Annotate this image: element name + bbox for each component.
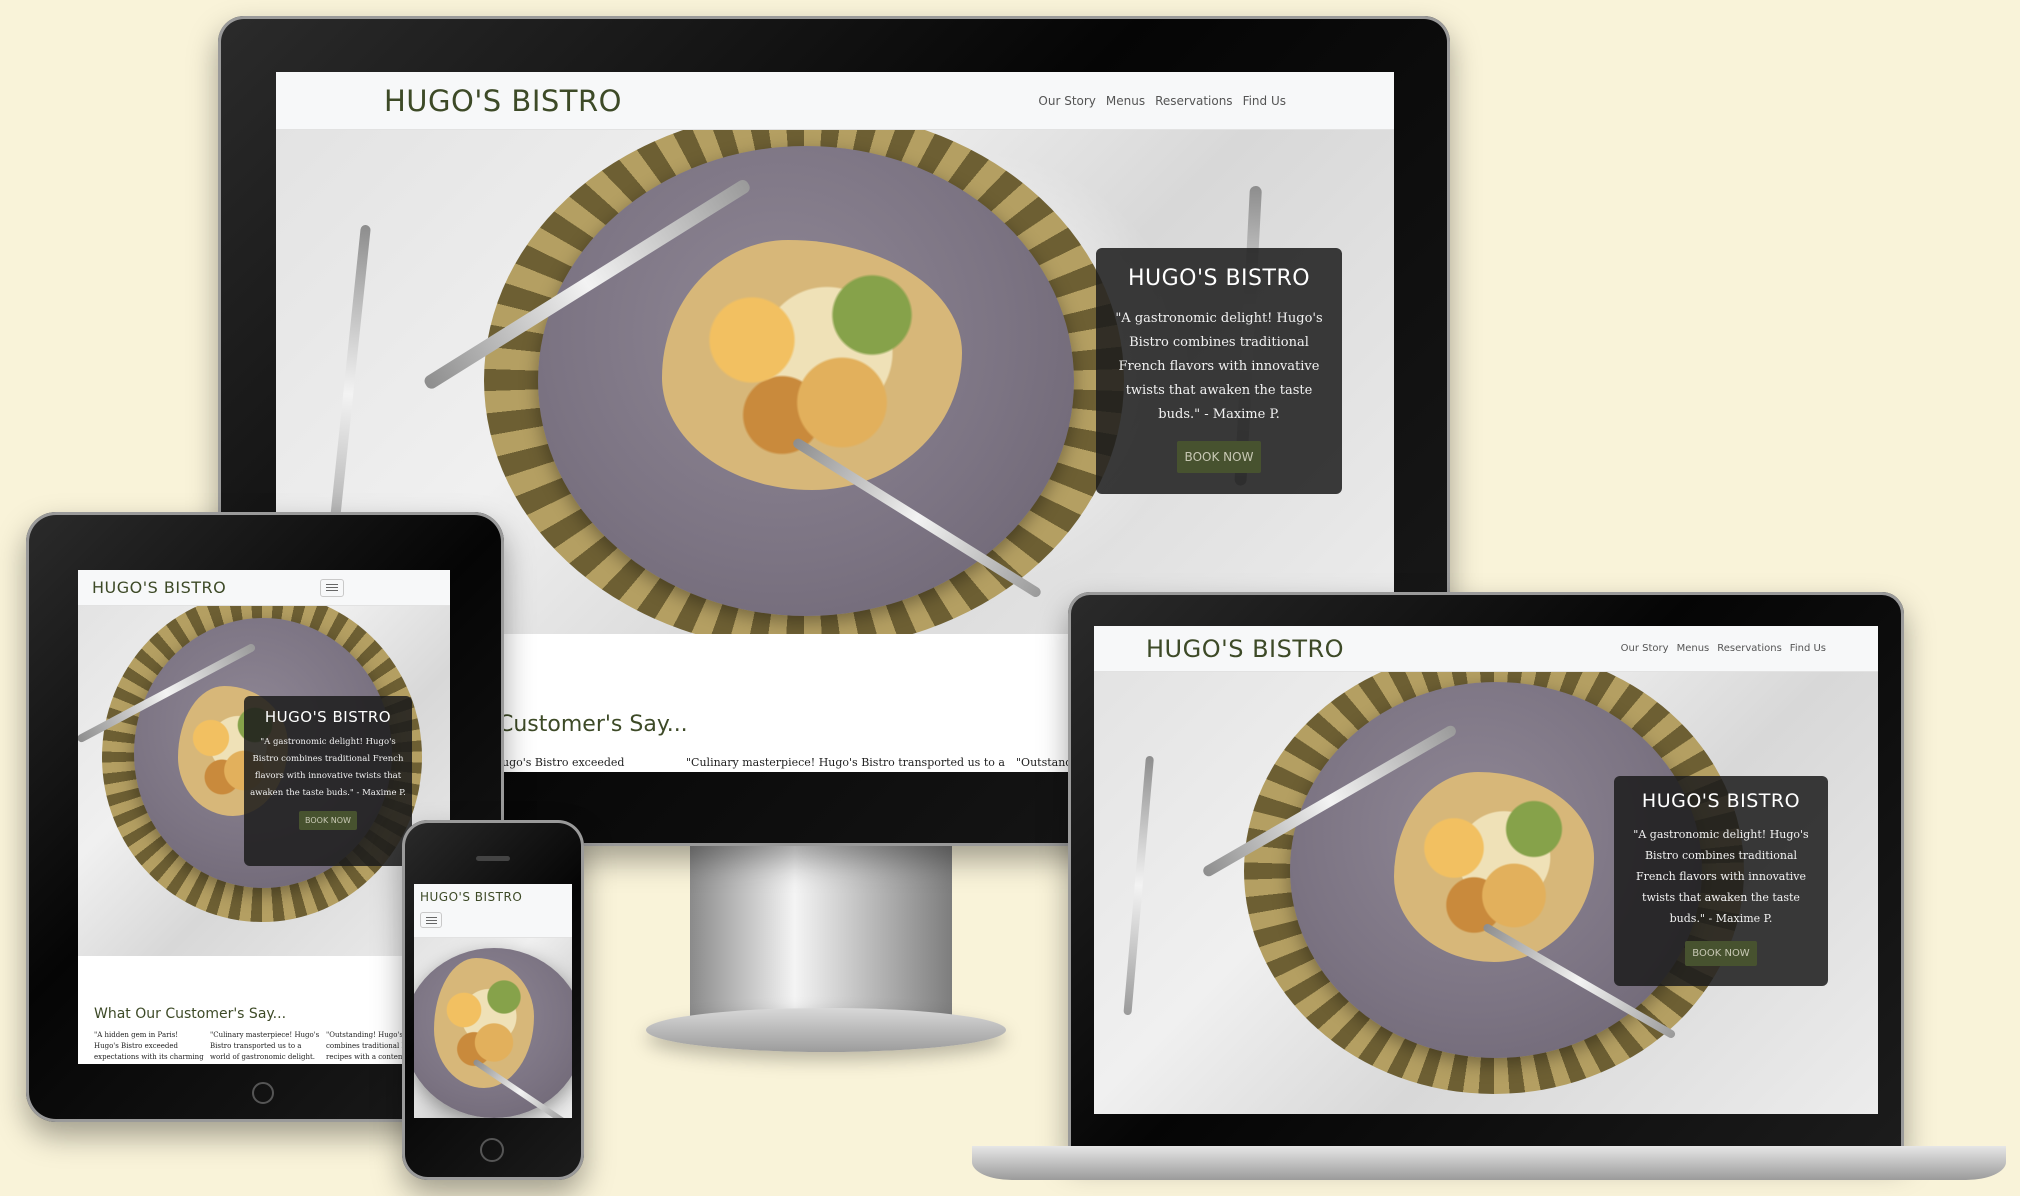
- nav-find-us[interactable]: Find Us: [1243, 94, 1286, 108]
- tablet-brand-logo[interactable]: HUGO'S BISTRO: [92, 578, 226, 597]
- laptop-navbar: HUGO'S BISTRO Our Story Menus Reservatio…: [1094, 626, 1878, 672]
- monitor-stand-foot: [646, 1008, 1006, 1052]
- phone-hero-image: [414, 938, 572, 1118]
- laptop-hero-image: HUGO'S BISTRO "A gastronomic delight! Hu…: [1094, 672, 1878, 1114]
- phone-navbar: HUGO'S BISTRO: [414, 884, 572, 938]
- laptop-nav-menus[interactable]: Menus: [1677, 643, 1710, 654]
- desktop-hero-card: HUGO'S BISTRO "A gastronomic delight! Hu…: [1096, 248, 1342, 494]
- nav-menus[interactable]: Menus: [1106, 94, 1145, 108]
- nav-reservations[interactable]: Reservations: [1155, 94, 1232, 108]
- tablet-reviews-title: What Our Customer's Say...: [94, 1006, 287, 1022]
- laptop-screen: HUGO'S BISTRO Our Story Menus Reservatio…: [1094, 626, 1878, 1114]
- phone-home-button[interactable]: [480, 1138, 504, 1162]
- tablet-hero-heading: HUGO'S BISTRO: [264, 708, 392, 726]
- monitor-stand-neck: [690, 842, 952, 1022]
- book-now-button[interactable]: BOOK NOW: [1176, 441, 1262, 473]
- laptop-nav-find-us[interactable]: Find Us: [1790, 643, 1826, 654]
- tablet-hero-quote: "A gastronomic delight! Hugo's Bistro co…: [250, 737, 406, 798]
- tablet-book-now-button[interactable]: BOOK NOW: [299, 811, 357, 830]
- tablet-menu-toggle-icon[interactable]: [320, 578, 345, 597]
- tablet-review-2: "Culinary masterpiece! Hugo's Bistro tra…: [210, 1031, 320, 1061]
- reviews-title: Customer's Say...: [498, 712, 688, 737]
- review-snippet-2: "Culinary masterpiece! Hugo's Bistro tra…: [686, 756, 1005, 769]
- tablet-screen: HUGO'S BISTRO HUGO'S BISTRO "A gastronom…: [78, 570, 450, 1064]
- brand-logo[interactable]: HUGO'S BISTRO: [384, 84, 622, 118]
- laptop-base: [972, 1146, 2006, 1180]
- tablet-review-1: "A hidden gem in Paris! Hugo's Bistro ex…: [94, 1031, 204, 1061]
- tablet-hero-card: HUGO'S BISTRO "A gastronomic delight! Hu…: [244, 696, 412, 866]
- hero-quote: "A gastronomic delight! Hugo's Bistro co…: [1115, 311, 1323, 422]
- desktop-navbar: HUGO'S BISTRO Our Story Menus Reservatio…: [276, 72, 1394, 130]
- laptop-nav-reservations[interactable]: Reservations: [1717, 643, 1782, 654]
- laptop-side-fork: [1123, 755, 1154, 1016]
- phone: HUGO'S BISTRO: [402, 820, 584, 1180]
- laptop-nav-our-story[interactable]: Our Story: [1621, 643, 1669, 654]
- review-snippet-1: ugo's Bistro exceeded: [502, 756, 625, 769]
- phone-brand-logo[interactable]: HUGO'S BISTRO: [420, 890, 522, 904]
- desktop-nav-links: Our Story Menus Reservations Find Us: [1028, 94, 1286, 108]
- laptop-hero-heading: HUGO'S BISTRO: [1641, 790, 1801, 812]
- tablet-navbar: HUGO'S BISTRO: [78, 570, 450, 606]
- phone-speaker: [476, 856, 510, 861]
- laptop-book-now-button[interactable]: BOOK NOW: [1685, 941, 1757, 966]
- laptop-nav-links: Our Story Menus Reservations Find Us: [1613, 643, 1826, 654]
- laptop-hero-quote: "A gastronomic delight! Hugo's Bistro co…: [1633, 828, 1809, 925]
- tablet-hero-image: HUGO'S BISTRO "A gastronomic delight! Hu…: [78, 606, 450, 956]
- phone-screen: HUGO'S BISTRO: [414, 884, 572, 1118]
- laptop: HUGO'S BISTRO Our Story Menus Reservatio…: [972, 592, 2006, 1188]
- laptop-brand-logo[interactable]: HUGO'S BISTRO: [1146, 635, 1344, 663]
- phone-menu-toggle-icon[interactable]: [420, 912, 442, 928]
- laptop-hero-card: HUGO'S BISTRO "A gastronomic delight! Hu…: [1614, 776, 1828, 986]
- tablet-home-button[interactable]: [252, 1082, 274, 1104]
- nav-our-story[interactable]: Our Story: [1038, 94, 1096, 108]
- hero-heading: HUGO'S BISTRO: [1127, 266, 1311, 291]
